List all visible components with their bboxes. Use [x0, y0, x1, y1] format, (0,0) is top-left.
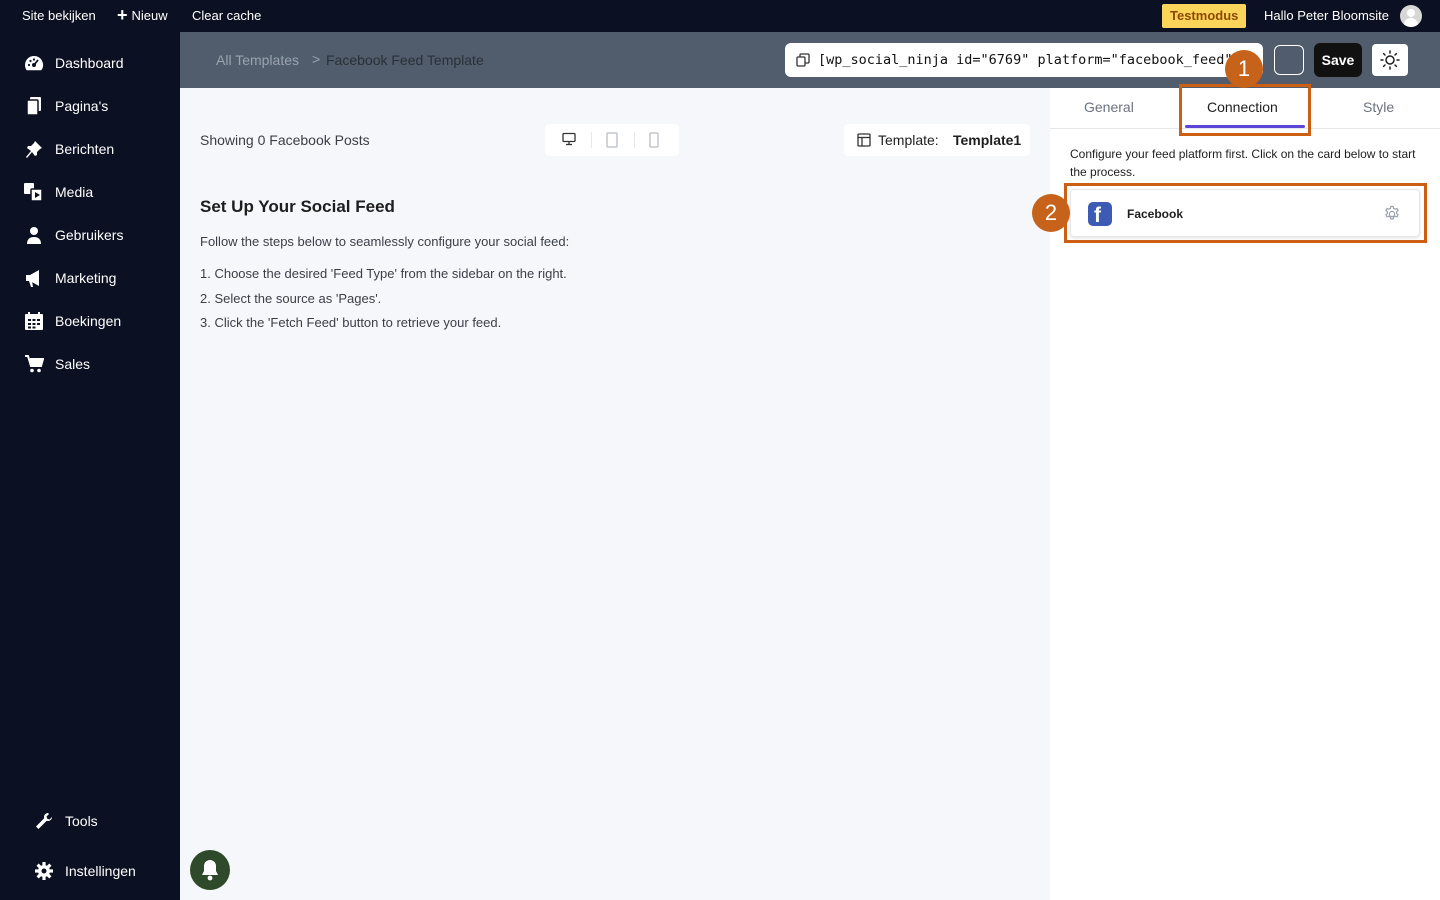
calendar-icon — [25, 312, 43, 330]
sun-icon — [1380, 50, 1400, 70]
pin-icon — [26, 141, 42, 158]
test-mode-badge[interactable]: Testmodus — [1162, 4, 1247, 28]
sidebar-item-tools[interactable]: Tools — [0, 801, 180, 841]
plus-icon: + — [117, 5, 128, 25]
sidebar-item-settings[interactable]: Instellingen — [0, 851, 180, 891]
feed-preview: Showing 0 Facebook Posts Template: Templ… — [180, 88, 1050, 900]
sidebar-item-label: Pagina's — [55, 98, 109, 114]
setup-step: 1. Choose the desired 'Feed Type' from t… — [200, 266, 567, 281]
setup-step: 2. Select the source as 'Pages'. — [200, 291, 382, 306]
desktop-view-button[interactable] — [547, 124, 591, 156]
view-site-link[interactable]: Site bekijken — [22, 0, 96, 32]
admin-sidebar: Dashboard Pagina's Berichten Media Gebru… — [0, 32, 180, 900]
sidebar-item-label: Tools — [65, 813, 98, 829]
mobile-icon — [649, 132, 659, 148]
connection-instructions: Configure your feed platform first. Clic… — [1070, 147, 1416, 179]
copy-icon[interactable] — [796, 53, 810, 67]
new-label: Nieuw — [131, 8, 168, 23]
tab-general[interactable]: General — [1084, 99, 1134, 115]
tablet-view-button[interactable] — [590, 124, 634, 156]
sidebar-item-marketing[interactable]: Marketing — [0, 258, 180, 298]
sidebar-item-label: Media — [55, 184, 94, 200]
highlight-box-connection-tab — [1179, 84, 1311, 136]
avatar[interactable] — [1400, 5, 1422, 27]
highlight-box-facebook-card — [1064, 183, 1427, 243]
step-badge-2: 2 — [1032, 194, 1070, 232]
setup-title: Set Up Your Social Feed — [200, 197, 395, 216]
megaphone-icon — [26, 270, 39, 287]
square-button[interactable] — [1274, 45, 1304, 75]
sidebar-item-label: Dashboard — [55, 55, 124, 71]
user-greeting[interactable]: Hallo Peter Bloomsite — [1264, 0, 1389, 32]
sidebar-item-dashboard[interactable]: Dashboard — [0, 43, 180, 83]
breadcrumb-current: Facebook Feed Template — [326, 52, 484, 68]
breadcrumb-all-templates[interactable]: All Templates — [216, 52, 299, 68]
media-icon — [24, 183, 43, 201]
setup-step: 3. Click the 'Fetch Feed' button to retr… — [200, 315, 502, 330]
template-selector[interactable]: Template: Template1 — [844, 124, 1030, 156]
sidebar-item-pages[interactable]: Pagina's — [0, 86, 180, 126]
gear-icon — [35, 862, 53, 880]
sidebar-item-label: Sales — [55, 356, 91, 372]
sidebar-item-label: Berichten — [55, 141, 115, 157]
pages-icon — [26, 97, 41, 115]
admin-bar: Site bekijken + Nieuw Clear cache Testmod… — [0, 0, 1440, 32]
dashboard-icon — [25, 55, 44, 71]
layout-icon — [857, 133, 871, 147]
save-button[interactable]: Save — [1314, 43, 1362, 77]
new-content-link[interactable]: + Nieuw — [117, 0, 168, 32]
setup-description: Follow the steps below to seamlessly con… — [200, 234, 570, 249]
mobile-view-button[interactable] — [632, 124, 676, 156]
template-label: Template: — [878, 132, 939, 148]
shortcode-text: [wp_social_ninja id="6769" platform="fac… — [818, 52, 1241, 68]
cart-icon — [25, 355, 44, 373]
chevron-right-icon: > — [312, 51, 321, 67]
users-icon — [27, 227, 41, 244]
tablet-icon — [606, 132, 618, 148]
wrench-icon — [36, 812, 53, 829]
sidebar-item-sales[interactable]: Sales — [0, 344, 180, 384]
theme-toggle-button[interactable] — [1372, 44, 1408, 76]
sidebar-item-users[interactable]: Gebruikers — [0, 215, 180, 255]
posts-count-text: Showing 0 Facebook Posts — [200, 132, 370, 148]
sidebar-item-media[interactable]: Media — [0, 172, 180, 212]
sidebar-item-label: Instellingen — [65, 863, 136, 879]
template-value: Template1 — [953, 132, 1022, 148]
sidebar-item-label: Marketing — [55, 270, 117, 286]
sidebar-item-posts[interactable]: Berichten — [0, 129, 180, 169]
desktop-icon — [562, 132, 576, 146]
bell-icon — [202, 860, 218, 881]
step-badge-1: 1 — [1225, 50, 1263, 88]
tab-style[interactable]: Style — [1363, 99, 1394, 115]
sidebar-item-label: Boekingen — [55, 313, 122, 329]
clear-cache-link[interactable]: Clear cache — [192, 0, 261, 32]
sidebar-item-bookings[interactable]: Boekingen — [0, 301, 180, 341]
device-switcher — [545, 124, 679, 156]
sidebar-item-label: Gebruikers — [55, 227, 124, 243]
shortcode-field[interactable]: [wp_social_ninja id="6769" platform="fac… — [785, 43, 1263, 77]
notification-bell-button[interactable] — [190, 850, 230, 890]
